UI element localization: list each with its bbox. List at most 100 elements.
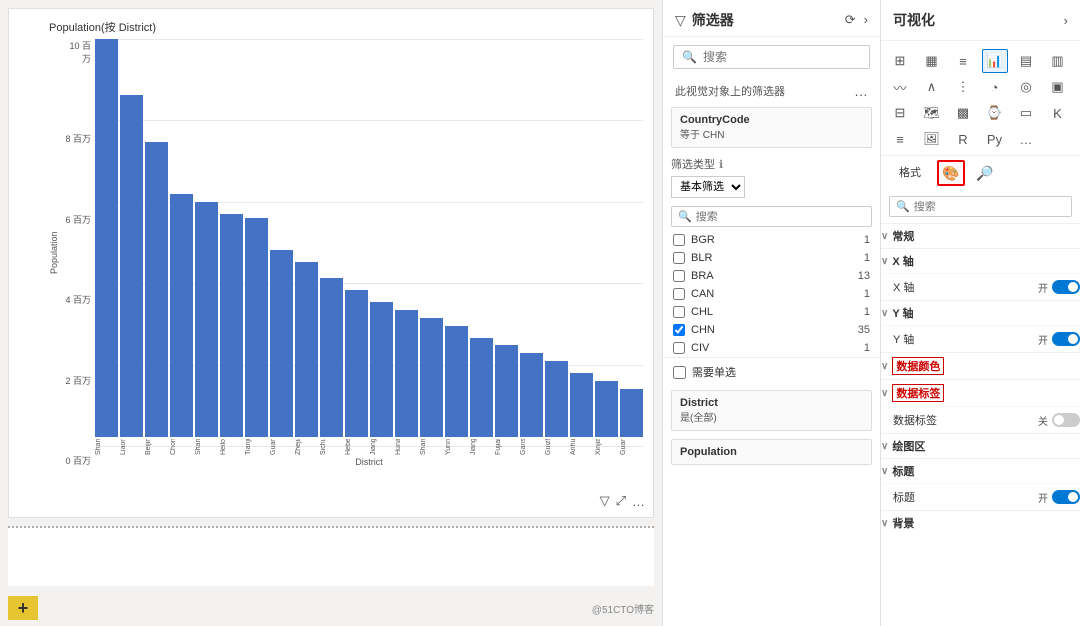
vis-section-y-axis[interactable]: ∨Y 轴 [881, 300, 1080, 325]
bar-wrapper[interactable] [320, 39, 343, 437]
x-label: Guizhou [545, 439, 568, 455]
filled-map-icon[interactable]: ▩ [950, 101, 976, 125]
scatter-icon[interactable]: ⋮ [950, 75, 976, 99]
line-icon[interactable]: 〰 [887, 75, 913, 99]
filter-item-checkbox[interactable] [673, 234, 685, 246]
filter-search-input[interactable] [703, 50, 861, 64]
vis-section-data-color[interactable]: ∨数据颜色 [881, 352, 1080, 379]
stacked-bar-icon[interactable]: ≡ [950, 49, 976, 73]
vis-search-input[interactable] [914, 201, 1065, 213]
filter-item-checkbox[interactable] [673, 324, 685, 336]
bar-wrapper[interactable] [445, 39, 468, 437]
filter-item-checkbox[interactable] [673, 270, 685, 282]
section-label-text: X 轴 [892, 253, 913, 269]
bar-wrapper[interactable] [145, 39, 168, 437]
slicer-icon[interactable]: ≡ [887, 127, 913, 151]
pie-icon[interactable]: ◔ [982, 75, 1008, 99]
filter-item-count: 35 [858, 324, 870, 336]
tab-format[interactable]: 格式 [889, 160, 931, 186]
bar-wrapper[interactable] [295, 39, 318, 437]
analytics-btn[interactable]: 🔎 [971, 160, 999, 186]
x-label: Shanghai [95, 439, 118, 455]
chevron-down-icon: ∨ [881, 518, 888, 529]
bar-wrapper[interactable] [170, 39, 193, 437]
bar-wrapper[interactable] [245, 39, 268, 437]
filter-type-select[interactable]: 基本筛选 [671, 176, 745, 198]
column-chart-icon[interactable]: 📊 [982, 49, 1008, 73]
bar-wrapper[interactable] [620, 39, 643, 437]
py-visual-icon[interactable]: Py [982, 127, 1008, 151]
filter-refresh-icon[interactable]: ⟳ [845, 12, 856, 28]
toggle-switch[interactable] [1052, 280, 1080, 294]
bar [145, 142, 168, 437]
filter-expand-icon[interactable]: › [864, 12, 868, 28]
vis-section-general[interactable]: ∨常规 [881, 223, 1080, 248]
treemap-icon[interactable]: ▣ [1045, 75, 1071, 99]
matrix-icon[interactable]: ⊟ [887, 101, 913, 125]
population-filter-card: Population [671, 439, 872, 465]
more-icon[interactable]: … [1013, 127, 1039, 151]
vis-section-background[interactable]: ∨背景 [881, 510, 1080, 535]
filter-item-count: 1 [864, 288, 870, 300]
paint-bucket-btn[interactable]: 🎨 [937, 160, 965, 186]
area-icon[interactable]: ∧ [919, 75, 945, 99]
toggle-switch[interactable] [1052, 490, 1080, 504]
bar-wrapper[interactable] [370, 39, 393, 437]
100-bar-icon[interactable]: ▥ [1045, 49, 1071, 73]
x-label: Chongqing [170, 439, 193, 455]
bar-wrapper[interactable] [345, 39, 368, 437]
gauge-icon[interactable]: ⌚ [982, 101, 1008, 125]
more-icon[interactable]: … [632, 494, 645, 509]
filter-item-checkbox[interactable] [673, 288, 685, 300]
x-label: Liaoning [120, 439, 143, 455]
bar-chart-icon[interactable]: ▦ [919, 49, 945, 73]
filter-icon[interactable]: ▽ [600, 493, 610, 509]
toggle-switch[interactable] [1052, 332, 1080, 346]
x-label: Beijing [145, 439, 168, 455]
bar-wrapper[interactable] [220, 39, 243, 437]
bar [95, 39, 118, 437]
add-button[interactable]: + [8, 596, 38, 620]
vis-section-title[interactable]: ∨标题 [881, 458, 1080, 483]
bar-wrapper[interactable] [495, 39, 518, 437]
filter-item-checkbox[interactable] [673, 342, 685, 354]
bar-wrapper[interactable] [570, 39, 593, 437]
stacked-col-icon[interactable]: ▤ [1013, 49, 1039, 73]
kpi-icon[interactable]: K [1045, 101, 1071, 125]
bar-wrapper[interactable] [545, 39, 568, 437]
r-visual-icon[interactable]: R [950, 127, 976, 151]
section-more-icon[interactable]: … [854, 83, 868, 99]
section-label-text: 常规 [892, 228, 914, 244]
toggle-switch[interactable] [1052, 413, 1080, 427]
bar-wrapper[interactable] [395, 39, 418, 437]
bar-wrapper[interactable] [470, 39, 493, 437]
filter-item-checkbox[interactable] [673, 252, 685, 264]
bar-wrapper[interactable] [520, 39, 543, 437]
expand-icon[interactable]: ⤢ [616, 493, 626, 509]
bar-wrapper[interactable] [270, 39, 293, 437]
y-axis: 10 百万8 百万6 百万4 百万2 百万0 百万 [63, 39, 95, 467]
require-single-checkbox[interactable] [673, 366, 686, 379]
bar [295, 262, 318, 437]
map-icon[interactable]: 🗺 [919, 101, 945, 125]
vis-section-plot-area[interactable]: ∨绘图区 [881, 433, 1080, 458]
bar-wrapper[interactable] [595, 39, 618, 437]
filter-list-search-input[interactable] [696, 211, 865, 223]
bar-wrapper[interactable] [120, 39, 143, 437]
card-icon[interactable]: ▭ [1013, 101, 1039, 125]
chart-container: Population(按 District) Population 10 百万8… [8, 8, 654, 518]
filter-item-count: 13 [858, 270, 870, 282]
vis-expand-icon[interactable]: › [1064, 13, 1068, 28]
vis-section-x-axis[interactable]: ∨X 轴 [881, 248, 1080, 273]
vis-section-data-labels[interactable]: ∨数据标签 [881, 379, 1080, 406]
bar [520, 353, 543, 437]
bar-wrapper[interactable] [95, 39, 118, 437]
filter-header-actions: ⟳ › [845, 12, 868, 28]
bar-wrapper[interactable] [420, 39, 443, 437]
donut-icon[interactable]: ◎ [1013, 75, 1039, 99]
filter-item-label: CHL [691, 306, 858, 318]
image-icon[interactable]: 🖼 [919, 127, 945, 151]
filter-item-checkbox[interactable] [673, 306, 685, 318]
bar-wrapper[interactable] [195, 39, 218, 437]
table-icon[interactable]: ⊞ [887, 49, 913, 73]
